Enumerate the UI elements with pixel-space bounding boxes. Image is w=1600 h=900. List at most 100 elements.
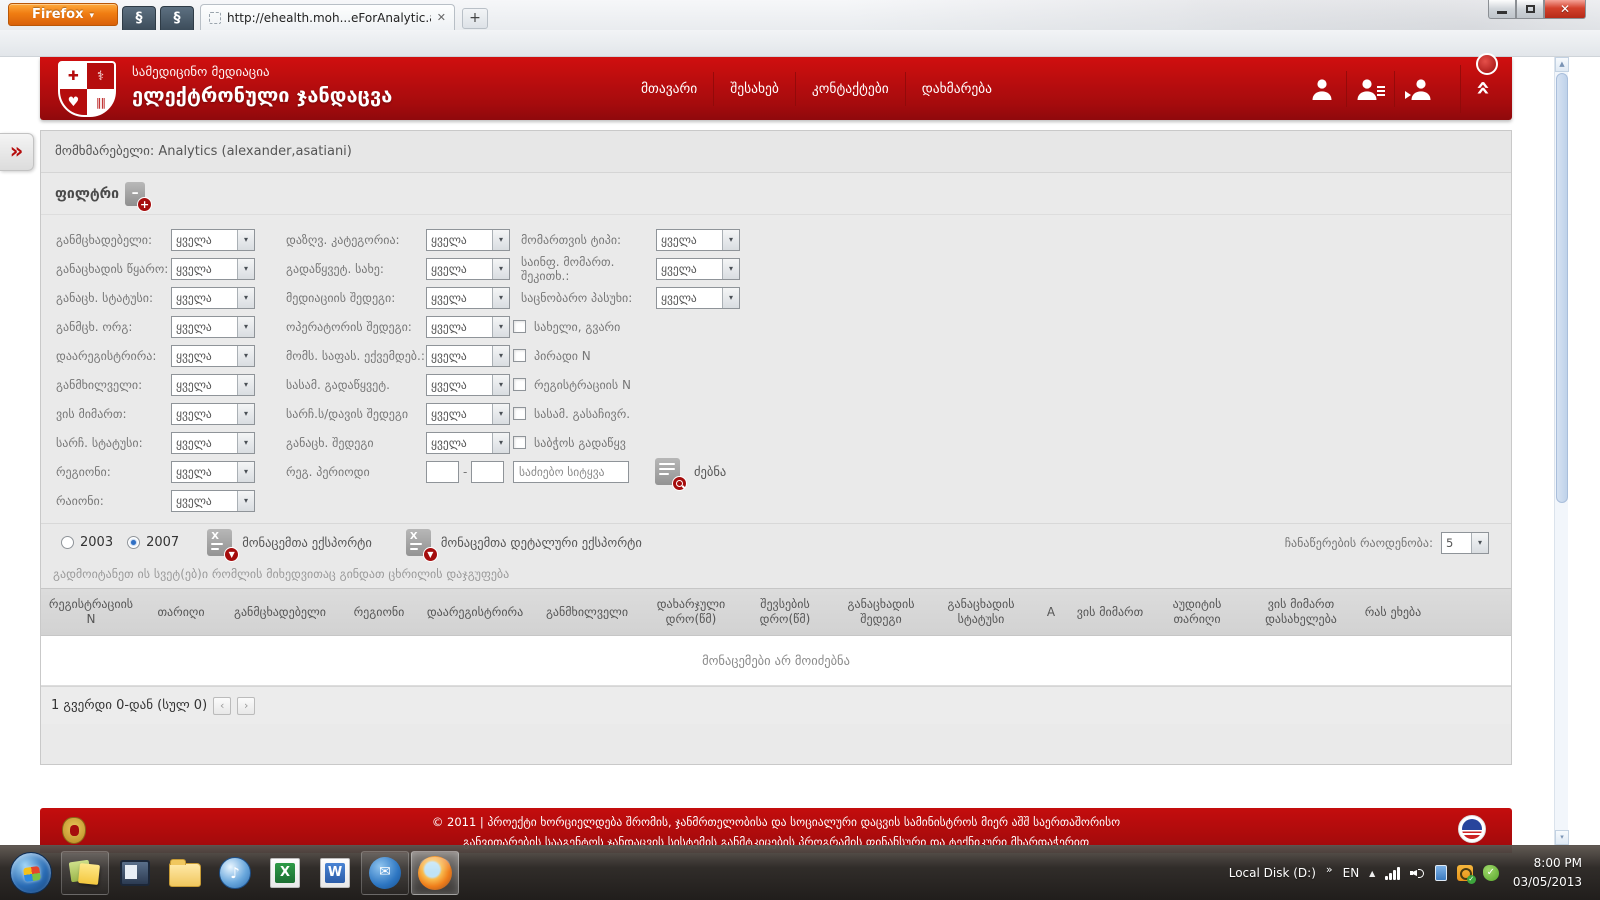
column-header[interactable]: აუდიტის თარიღი <box>1149 589 1245 635</box>
menu-item-about[interactable]: შესახებ <box>713 72 795 106</box>
firefox-menu-button[interactable]: Firefox▾ <box>8 3 118 26</box>
network-signal-icon[interactable] <box>1385 867 1400 880</box>
against-whom-select[interactable]: ყველა▾ <box>171 403 255 425</box>
volume-icon[interactable] <box>1410 867 1425 880</box>
service-fee-select[interactable]: ყველა▾ <box>426 345 510 367</box>
menu-item-help[interactable]: დახმარება <box>905 72 1008 106</box>
search-button-label[interactable]: ძებნა <box>694 464 726 479</box>
court-decision-select[interactable]: ყველა▾ <box>426 374 510 396</box>
side-panel-toggle[interactable]: » <box>0 133 34 171</box>
taskbar-item-itunes[interactable]: ♪ <box>211 851 259 895</box>
pinned-app-tab-2[interactable]: § <box>160 6 194 30</box>
year-2003-label[interactable]: 2003 <box>80 535 113 550</box>
year-2003-radio[interactable] <box>61 536 74 549</box>
new-tab-button[interactable]: + <box>462 8 488 29</box>
registration-n-checkbox[interactable] <box>513 378 526 391</box>
header-globe-icon[interactable] <box>1476 53 1498 75</box>
add-filter-icon[interactable]: + <box>137 197 152 212</box>
logout-icon[interactable] <box>1394 71 1442 107</box>
next-page-button[interactable]: › <box>237 697 255 715</box>
column-header[interactable]: ვის მიმართ <box>1071 589 1149 635</box>
column-header[interactable]: განმცხადებელი <box>221 589 339 635</box>
application-source-select[interactable]: ყველა▾ <box>171 258 255 280</box>
appeal-type-select[interactable]: ყველა▾ <box>656 229 740 251</box>
claim-dispute-result-select[interactable]: ყველა▾ <box>426 403 510 425</box>
records-count-select[interactable]: 5 ▾ <box>1441 532 1489 554</box>
taskbar-item-thunderbird[interactable]: ✉ <box>361 851 409 895</box>
year-2007-radio[interactable] <box>127 536 140 549</box>
restore-button[interactable] <box>1516 0 1544 19</box>
claim-status-select[interactable]: ყველა▾ <box>171 432 255 454</box>
keyword-input[interactable] <box>513 461 629 483</box>
close-button[interactable]: ✕ <box>1544 0 1586 19</box>
reference-answer-select[interactable]: ყველა▾ <box>656 287 740 309</box>
taskbar-item-system-tool[interactable] <box>111 851 159 895</box>
collapse-filter-button[interactable]: – + <box>125 182 145 206</box>
export-detailed-label[interactable]: მონაცემთა დეტალური ექსპორტი <box>441 535 642 550</box>
menu-item-home[interactable]: მთავარი <box>625 72 713 106</box>
taskbar-item-word[interactable]: W <box>311 851 359 895</box>
mediation-result-select[interactable]: ყველა▾ <box>426 287 510 309</box>
district-select[interactable]: ყველა▾ <box>171 490 255 512</box>
column-header[interactable]: რას ეხება <box>1357 589 1429 635</box>
year-2007-label[interactable]: 2007 <box>146 535 179 550</box>
menu-item-contacts[interactable]: კონტაქტები <box>795 72 905 106</box>
column-header[interactable]: განმხილველი <box>531 589 643 635</box>
column-header[interactable]: ვის მიმართ დასახელება <box>1245 589 1357 635</box>
taskbar-clock[interactable]: 8:00 PM 03/05/2013 <box>1509 854 1590 892</box>
tray-language[interactable]: EN <box>1343 866 1360 880</box>
personal-n-checkbox[interactable] <box>513 349 526 362</box>
antivirus-icon[interactable] <box>1457 865 1473 881</box>
tray-hidden-icons-button[interactable]: ▲ <box>1369 869 1375 878</box>
reviewer-select[interactable]: ყველა▾ <box>171 374 255 396</box>
status-ok-icon[interactable]: ✓ <box>1483 865 1499 881</box>
tray-overflow-icon[interactable]: » <box>1326 863 1333 876</box>
column-header[interactable]: დაარეგისტრირა <box>419 589 531 635</box>
minimize-button[interactable] <box>1488 0 1516 19</box>
prev-page-button[interactable]: ‹ <box>213 697 231 715</box>
search-button[interactable] <box>655 458 680 485</box>
column-header[interactable]: რეგიონი <box>339 589 419 635</box>
applicant-select[interactable]: ყველა▾ <box>171 229 255 251</box>
column-header[interactable]: თარიღი <box>141 589 221 635</box>
pinned-app-tab-1[interactable]: § <box>122 6 156 30</box>
operator-result-select[interactable]: ყველა▾ <box>426 316 510 338</box>
column-header[interactable]: რეგისტრაციის N <box>41 589 141 635</box>
column-header[interactable]: დახარჯული დრო(წმ) <box>643 589 739 635</box>
info-request-select[interactable]: ყველა▾ <box>656 258 740 280</box>
taskbar-item-notes[interactable] <box>61 851 109 895</box>
export-excel-icon[interactable]: X ▼ <box>207 529 232 556</box>
insurance-category-select[interactable]: ყველა▾ <box>426 229 510 251</box>
council-decision-checkbox[interactable] <box>513 436 526 449</box>
column-header[interactable]: განაცხადის შედეგი <box>831 589 931 635</box>
column-header[interactable]: განაცხადის სტატუსი <box>931 589 1031 635</box>
name-surname-checkbox[interactable] <box>513 320 526 333</box>
scrollbar-thumb[interactable] <box>1556 73 1568 503</box>
scroll-down-icon[interactable]: ▾ <box>1555 830 1569 845</box>
application-result-select[interactable]: ყველა▾ <box>426 432 510 454</box>
applicant-org-select[interactable]: ყველა▾ <box>171 316 255 338</box>
decision-type-select[interactable]: ყველა▾ <box>426 258 510 280</box>
scroll-up-icon[interactable]: ▲ <box>1555 57 1569 72</box>
tab-close-icon[interactable]: ✕ <box>437 11 446 24</box>
tray-disk-label[interactable]: Local Disk (D:) <box>1229 866 1316 880</box>
region-select[interactable]: ყველა▾ <box>171 461 255 483</box>
export-detailed-excel-icon[interactable]: X ▼ <box>406 529 431 556</box>
taskbar-item-excel[interactable]: X <box>261 851 309 895</box>
user-profile-icon[interactable] <box>1298 71 1346 107</box>
application-status-select[interactable]: ყველა▾ <box>171 287 255 309</box>
active-tab[interactable]: http://ehealth.moh...eForAnalytic.aspx ✕ <box>200 4 455 30</box>
column-header[interactable]: A <box>1031 589 1071 635</box>
taskbar-item-firefox[interactable] <box>411 851 459 895</box>
export-data-label[interactable]: მონაცემთა ექსპორტი <box>242 535 372 550</box>
battery-icon[interactable] <box>1435 865 1447 881</box>
registrar-select[interactable]: ყველა▾ <box>171 345 255 367</box>
column-header[interactable]: შევსების დრო(წმ) <box>739 589 831 635</box>
period-to-input[interactable] <box>471 461 504 483</box>
court-appeal-checkbox[interactable] <box>513 407 526 420</box>
page-scrollbar[interactable]: ▲ ▾ <box>1554 57 1568 845</box>
user-list-icon[interactable] <box>1346 71 1394 107</box>
start-button[interactable] <box>10 852 52 894</box>
period-from-input[interactable] <box>426 461 459 483</box>
taskbar-item-explorer[interactable] <box>161 851 209 895</box>
